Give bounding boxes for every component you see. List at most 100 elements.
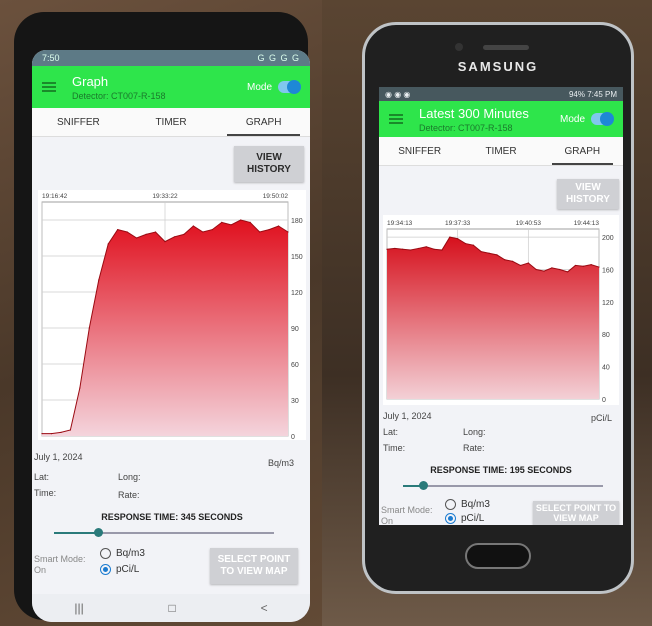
y-tick-label: 60 bbox=[291, 362, 299, 369]
status-bar: 7:50 G G G G bbox=[32, 50, 310, 66]
mode-toggle[interactable] bbox=[278, 80, 301, 94]
smart-mode-label: Smart Mode: bbox=[381, 505, 433, 515]
back-icon[interactable]: < bbox=[261, 601, 268, 615]
response-slider-fill bbox=[54, 532, 98, 534]
radio-bq[interactable]: Bq/m3 bbox=[445, 499, 490, 510]
select-point-button[interactable]: SELECT POINT TO VIEW MAP bbox=[533, 501, 619, 525]
mode-toggle[interactable] bbox=[591, 112, 614, 126]
response-slider-thumb[interactable] bbox=[94, 528, 103, 537]
y-tick-label: 40 bbox=[602, 365, 610, 372]
menu-icon[interactable] bbox=[389, 114, 403, 124]
recent-apps-icon[interactable]: ||| bbox=[74, 601, 83, 615]
data-point bbox=[126, 231, 128, 233]
phone-right-screen: ◉ ◉ ◉ 94% 7:45 PM Latest 300 Minutes Det… bbox=[379, 87, 623, 525]
detector-subtitle: Detector: CT007-R-158 bbox=[419, 122, 513, 133]
data-point bbox=[183, 233, 185, 235]
x-tick-label: 19:34:13 bbox=[387, 220, 413, 227]
smart-mode-value: On bbox=[381, 516, 394, 525]
earpiece bbox=[483, 45, 529, 50]
radio-pci[interactable]: pCi/L bbox=[445, 513, 484, 524]
data-point bbox=[117, 229, 119, 231]
brand-logo: SAMSUNG bbox=[457, 59, 539, 74]
y-tick-label: 80 bbox=[602, 332, 610, 339]
app-bar: Latest 300 Minutes Detector: CT007-R-158… bbox=[379, 101, 623, 137]
data-point bbox=[519, 264, 522, 267]
radio-pci[interactable]: pCi/L bbox=[100, 564, 139, 575]
y-tick-label: 160 bbox=[602, 267, 614, 274]
x-tick-label: 19:16:42 bbox=[42, 193, 68, 200]
radio-pci-circle[interactable] bbox=[445, 513, 456, 524]
mode-label: Mode bbox=[246, 81, 272, 93]
time-label: Time: bbox=[383, 443, 406, 453]
android-nav-bar: ||| □ < bbox=[32, 594, 310, 622]
data-point bbox=[154, 231, 157, 233]
lat-label: Lat: bbox=[34, 472, 50, 482]
select-point-button[interactable]: SELECT POINT TO VIEW MAP bbox=[210, 548, 298, 584]
radio-pci-circle[interactable] bbox=[100, 564, 111, 575]
response-slider-track[interactable] bbox=[403, 485, 603, 487]
data-point bbox=[512, 260, 514, 262]
time-label: Time: bbox=[34, 488, 57, 498]
tab-graph[interactable]: GRAPH bbox=[542, 137, 623, 165]
date-label: July 1, 2024 bbox=[34, 452, 83, 462]
y-tick-label: 120 bbox=[602, 300, 614, 307]
radio-bq[interactable]: Bq/m3 bbox=[100, 548, 145, 559]
y-tick-label: 30 bbox=[291, 398, 299, 405]
data-point bbox=[221, 221, 223, 223]
response-time: RESPONSE TIME: 345 SECONDS bbox=[101, 512, 243, 522]
menu-icon[interactable] bbox=[42, 82, 56, 92]
response-slider-thumb[interactable] bbox=[419, 481, 428, 490]
data-point bbox=[69, 429, 71, 431]
tab-sniffer[interactable]: SNIFFER bbox=[379, 137, 460, 165]
long-label: Long: bbox=[463, 427, 486, 437]
data-point bbox=[543, 270, 545, 272]
status-icons: G G G G bbox=[257, 53, 300, 63]
radio-bq-circle[interactable] bbox=[445, 499, 456, 510]
radon-chart: 0 30 60 90 120 150 180 19:16:42 19:33:22 19:50:02 bbox=[41, 193, 303, 440]
data-point bbox=[527, 262, 529, 264]
tab-timer[interactable]: TIMER bbox=[460, 137, 541, 165]
data-point bbox=[598, 266, 600, 268]
home-icon[interactable]: □ bbox=[169, 601, 176, 615]
data-point bbox=[409, 249, 412, 251]
data-point bbox=[107, 243, 109, 245]
phone-left-screen: 7:50 G G G G Graph Detector: CT007-R-158… bbox=[32, 50, 310, 622]
app-title: Latest 300 Minutes bbox=[419, 105, 529, 121]
smart-mode-label: Smart Mode: bbox=[34, 554, 86, 564]
view-history-button[interactable]: VIEW HISTORY bbox=[557, 179, 619, 209]
y-tick-label: 180 bbox=[291, 218, 303, 225]
home-button[interactable] bbox=[465, 543, 531, 569]
x-tick-label: 19:44:13 bbox=[574, 220, 600, 227]
phone-left: 7:50 G G G G Graph Detector: CT007-R-158… bbox=[14, 12, 310, 622]
unit-label: pCi/L bbox=[591, 413, 613, 423]
data-point bbox=[249, 221, 251, 223]
radio-bq-circle[interactable] bbox=[100, 548, 111, 559]
radio-pci-label: pCi/L bbox=[461, 513, 485, 524]
chart-area: 0 40 80 120 160 200 19:34:13 19:37:33 19:40:53 19… bbox=[383, 215, 619, 405]
data-point bbox=[164, 241, 166, 243]
data-point bbox=[417, 247, 420, 250]
mode-label: Mode bbox=[559, 113, 585, 125]
tab-timer[interactable]: TIMER bbox=[125, 108, 218, 136]
view-history-button[interactable]: VIEW HISTORY bbox=[234, 146, 304, 182]
data-point bbox=[449, 236, 451, 238]
smart-mode: Smart Mode: On bbox=[34, 554, 86, 576]
tab-sniffer[interactable]: SNIFFER bbox=[32, 108, 125, 136]
front-camera bbox=[455, 43, 463, 51]
status-bar: ◉ ◉ ◉ 94% 7:45 PM bbox=[379, 87, 623, 101]
phone-right: SAMSUNG ◉ ◉ ◉ 94% 7:45 PM Latest 300 Min… bbox=[362, 22, 634, 594]
battery-level: 94% bbox=[568, 89, 585, 99]
response-time: RESPONSE TIME: 195 SECONDS bbox=[430, 465, 572, 475]
data-point bbox=[230, 224, 232, 226]
data-point bbox=[268, 229, 270, 231]
y-tick-label: 0 bbox=[291, 434, 295, 440]
long-label: Long: bbox=[118, 472, 141, 482]
app-title: Graph bbox=[72, 73, 109, 89]
radon-chart: 0 40 80 120 160 200 19:34:13 19:37:33 19:40:53 19… bbox=[386, 220, 614, 404]
tab-graph[interactable]: GRAPH bbox=[217, 108, 310, 136]
data-point bbox=[590, 264, 592, 266]
radio-bq-label: Bq/m3 bbox=[461, 499, 490, 510]
data-point bbox=[60, 431, 62, 433]
app-bar: Graph Detector: CT007-R-158 Mode bbox=[32, 66, 310, 108]
chart-area: 0 30 60 90 120 150 180 19:16:42 19:33:22 19:50:02 bbox=[38, 190, 306, 440]
